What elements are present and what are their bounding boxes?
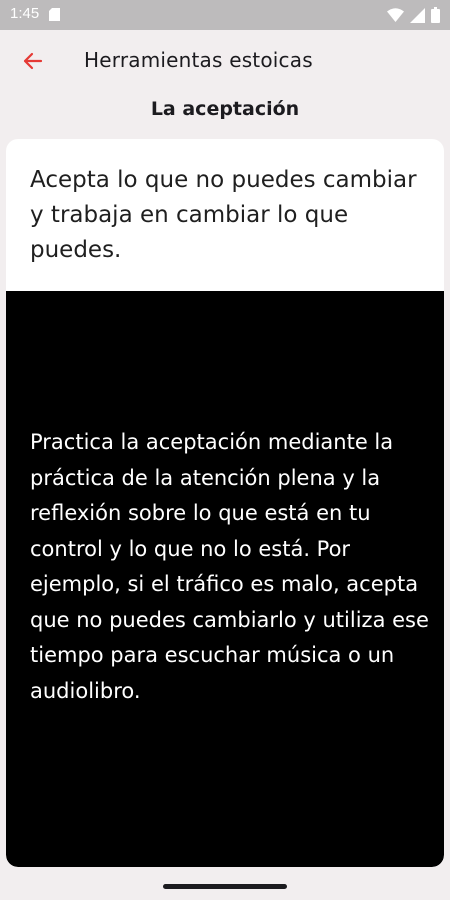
status-time: 1:45 [10, 5, 40, 22]
app-title: Herramientas estoicas [84, 48, 313, 72]
back-button[interactable] [16, 44, 50, 78]
status-icons [387, 7, 440, 23]
quote-text: Acepta lo que no puedes cambiar y trabaj… [30, 167, 417, 263]
battery-icon [431, 7, 440, 23]
navigation-bar [0, 870, 450, 900]
arrow-left-icon [23, 52, 43, 70]
sd-card-icon [49, 8, 60, 21]
practice-text: Practica la aceptación mediante la práct… [30, 430, 429, 703]
practice-panel: Practica la aceptación mediante la práct… [6, 291, 444, 867]
signal-icon [410, 7, 425, 23]
app-bar: Herramientas estoicas [0, 30, 450, 90]
home-indicator[interactable] [163, 884, 287, 889]
quote-card: Acepta lo que no puedes cambiar y trabaj… [6, 139, 444, 867]
status-bar: 1:45 [0, 0, 450, 30]
wifi-icon [387, 8, 404, 22]
section-title: La aceptación [150, 98, 300, 120]
